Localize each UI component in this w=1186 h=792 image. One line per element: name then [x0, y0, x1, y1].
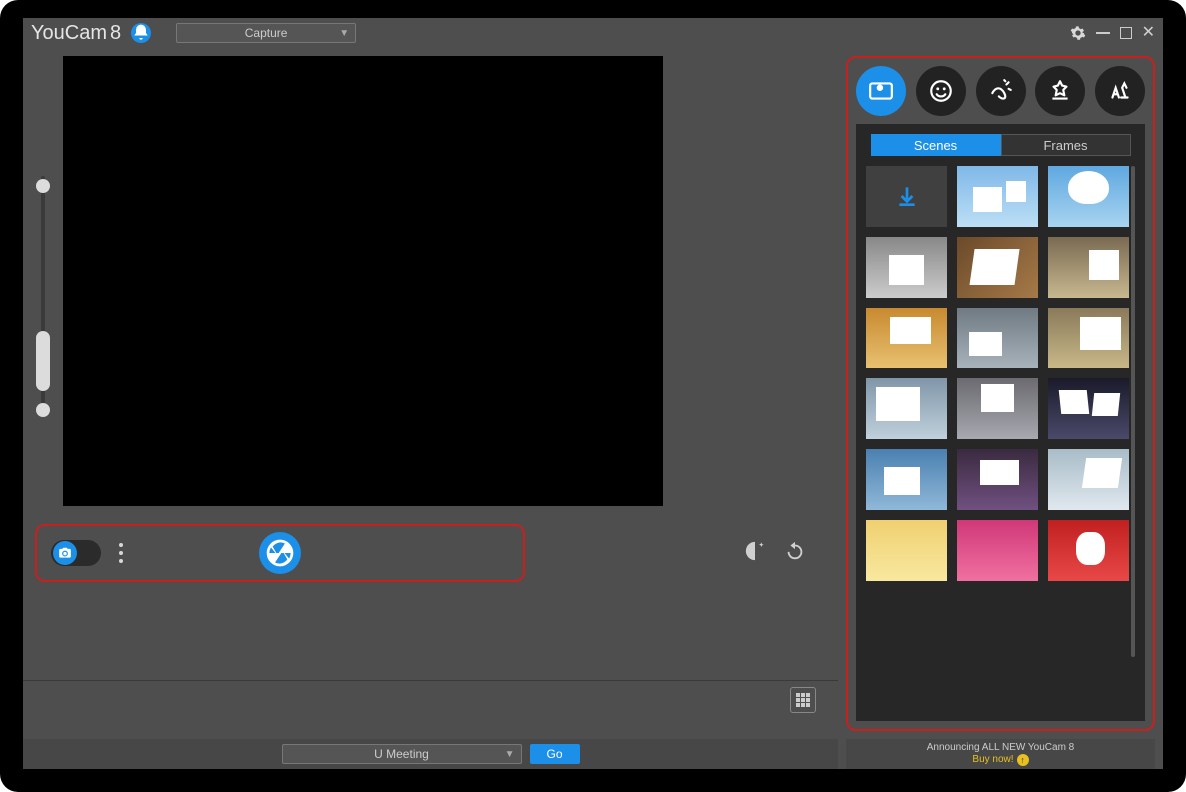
announcement-text: Announcing ALL NEW YouCam 8: [927, 742, 1075, 754]
announcement-bar[interactable]: Announcing ALL NEW YouCam 8 Buy now! ↑: [846, 739, 1155, 769]
zoom-slider-column: [23, 56, 63, 506]
footer-bar: U Meeting ▼ Go: [23, 739, 838, 769]
brand-name: YouCam: [31, 22, 107, 45]
reset-button[interactable]: [784, 540, 806, 567]
tab-frames-label: Frames: [1043, 138, 1087, 153]
app-window: YouCam 8 Capture ▼ ✕: [23, 18, 1163, 769]
thumbnail-tray: U Meeting ▼ Go: [23, 680, 838, 769]
go-button-label: Go: [546, 747, 562, 761]
notification-bell-icon[interactable]: [131, 23, 151, 43]
category-filters-button[interactable]: [1035, 66, 1085, 116]
zoom-slider-handle[interactable]: [36, 331, 50, 391]
effects-library: Scenes Frames: [856, 124, 1145, 721]
scene-thumb[interactable]: [957, 237, 1038, 298]
app-body: U Meeting ▼ Go: [23, 48, 1163, 769]
download-more-button[interactable]: [866, 166, 947, 227]
effects-panel: Scenes Frames: [846, 56, 1155, 731]
gallery-grid-button[interactable]: [790, 687, 816, 713]
tab-scenes-label: Scenes: [914, 138, 957, 153]
zoom-slider-handle-top[interactable]: [36, 179, 50, 193]
effect-categories: [856, 66, 1145, 116]
scene-thumb[interactable]: [1048, 378, 1129, 439]
service-dropdown-label: U Meeting: [374, 747, 429, 761]
scene-thumb[interactable]: [1048, 308, 1129, 369]
camera-icon: [53, 541, 77, 565]
scene-thumb[interactable]: [957, 520, 1038, 581]
title-bar: YouCam 8 Capture ▼ ✕: [23, 18, 1163, 48]
maximize-button[interactable]: [1120, 27, 1132, 39]
chevron-down-icon: ▼: [505, 749, 515, 760]
category-draw-button[interactable]: [1095, 66, 1145, 116]
photo-video-toggle[interactable]: [51, 540, 101, 566]
scene-thumb[interactable]: [866, 237, 947, 298]
scene-thumb[interactable]: [866, 308, 947, 369]
scene-thumb[interactable]: [957, 166, 1038, 227]
category-emoji-button[interactable]: [916, 66, 966, 116]
service-dropdown[interactable]: U Meeting ▼: [282, 744, 522, 764]
brand-version: 8: [110, 22, 121, 45]
close-button[interactable]: ✕: [1142, 25, 1155, 41]
scene-thumb[interactable]: [957, 378, 1038, 439]
go-button[interactable]: Go: [530, 744, 580, 764]
right-pane: Scenes Frames: [838, 48, 1163, 769]
capture-row: [35, 524, 826, 582]
enhance-button[interactable]: [744, 540, 766, 567]
buy-now-link[interactable]: Buy now! ↑: [972, 754, 1028, 766]
camera-preview: [63, 56, 663, 506]
scene-thumb[interactable]: [866, 449, 947, 510]
app-brand: YouCam 8: [31, 22, 121, 45]
scene-thumb[interactable]: [1048, 237, 1129, 298]
mode-dropdown-label: Capture: [245, 26, 288, 40]
library-tabs: Scenes Frames: [871, 134, 1131, 156]
minimize-button[interactable]: [1096, 32, 1110, 34]
more-options-button[interactable]: [119, 543, 123, 563]
scene-thumb[interactable]: [957, 308, 1038, 369]
scene-thumb[interactable]: [957, 449, 1038, 510]
category-scenes-button[interactable]: [856, 66, 906, 116]
arrow-up-icon: ↑: [1017, 754, 1029, 766]
settings-button[interactable]: [1070, 25, 1086, 41]
library-scrollbar[interactable]: [1131, 166, 1135, 657]
capture-bar: [35, 524, 525, 582]
category-particles-button[interactable]: [976, 66, 1026, 116]
scene-thumb[interactable]: [1048, 520, 1129, 581]
mode-dropdown[interactable]: Capture ▼: [176, 23, 356, 43]
tab-scenes[interactable]: Scenes: [871, 134, 1001, 156]
shutter-button[interactable]: [259, 532, 301, 574]
chevron-down-icon: ▼: [339, 28, 349, 39]
left-pane: U Meeting ▼ Go: [23, 48, 838, 769]
scene-thumb[interactable]: [1048, 449, 1129, 510]
scene-thumb[interactable]: [866, 378, 947, 439]
tab-frames[interactable]: Frames: [1001, 134, 1131, 156]
scene-thumb[interactable]: [1048, 166, 1129, 227]
scene-thumb[interactable]: [866, 520, 947, 581]
zoom-slider-handle-bottom[interactable]: [36, 403, 50, 417]
scene-thumbnails: [866, 166, 1135, 581]
